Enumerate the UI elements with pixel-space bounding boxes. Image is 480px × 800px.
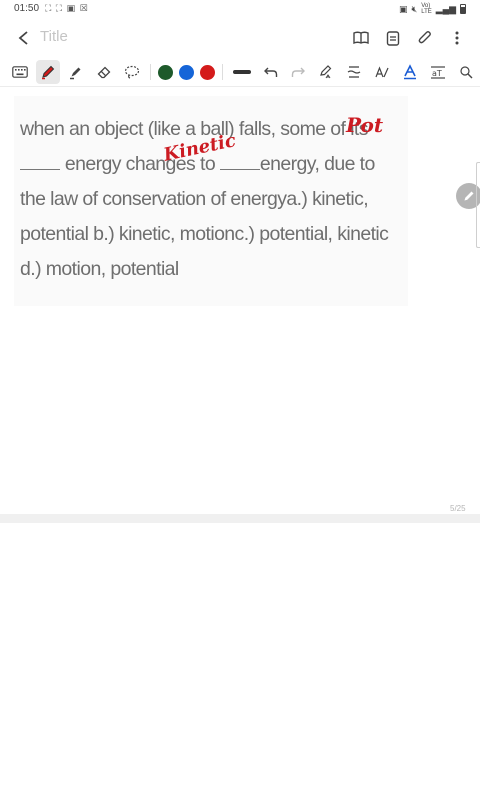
volte-icon: Vo) LTE — [421, 3, 432, 15]
text-style-icon[interactable] — [368, 59, 396, 85]
blank-1 — [20, 156, 60, 170]
signal-icon: ▂▄▆ — [435, 3, 456, 14]
title-field[interactable]: Title — [40, 28, 68, 45]
pen-size-indicator[interactable] — [232, 70, 251, 74]
color-red-swatch[interactable] — [199, 64, 215, 80]
keyboard-icon[interactable] — [6, 59, 34, 85]
svg-text:aT: aT — [432, 69, 442, 78]
page-view-icon[interactable] — [380, 26, 406, 50]
search-icon[interactable] — [452, 59, 480, 85]
scroll-handle[interactable] — [476, 162, 480, 248]
undo-icon[interactable] — [257, 59, 285, 85]
drawing-toolbar: aT — [0, 58, 480, 86]
handwritten-answer-pot[interactable]: Pot — [346, 113, 383, 137]
question-text-part-1: when an object (like a ball) falls, some… — [20, 118, 368, 140]
battery-icon — [460, 4, 466, 14]
lasso-icon[interactable] — [118, 59, 146, 85]
color-blue-swatch[interactable] — [178, 64, 194, 80]
toolbar-divider — [149, 64, 151, 80]
pen-icon[interactable] — [34, 59, 62, 85]
toolbar-separator — [0, 86, 480, 87]
status-bar: 01:50 ⛶ ⛶ ▣ ☒ ▣ 🔇︎ Vo) LTE ▂▄▆ — [0, 0, 480, 18]
battery-saver-icon: ▣ — [399, 3, 408, 14]
back-arrow-icon[interactable] — [12, 26, 36, 50]
notification-icons: ⛶ ⛶ ▣ ☒ — [45, 3, 89, 13]
mute-icon: 🔇︎ — [411, 3, 418, 14]
book-view-icon[interactable] — [348, 26, 374, 50]
eraser-icon[interactable] — [90, 59, 118, 85]
app-bar: Title — [0, 20, 480, 56]
page-break — [0, 514, 480, 523]
color-green-swatch[interactable] — [157, 64, 173, 80]
attach-icon[interactable] — [412, 26, 438, 50]
redo-icon[interactable] — [284, 59, 312, 85]
pen-to-text-icon[interactable] — [312, 59, 340, 85]
color-text-icon[interactable] — [396, 59, 424, 85]
highlighter-icon[interactable] — [62, 59, 90, 85]
straighten-icon[interactable] — [340, 59, 368, 85]
status-time: 01:50 — [14, 3, 40, 14]
text-format-icon[interactable]: aT — [424, 59, 452, 85]
more-options-icon[interactable] — [444, 26, 470, 50]
blank-2 — [219, 156, 260, 170]
toolbar-divider — [221, 64, 223, 80]
status-right-icons: ▣ 🔇︎ Vo) LTE ▂▄▆ — [399, 3, 466, 15]
page-counter: 5/25 — [450, 504, 466, 513]
